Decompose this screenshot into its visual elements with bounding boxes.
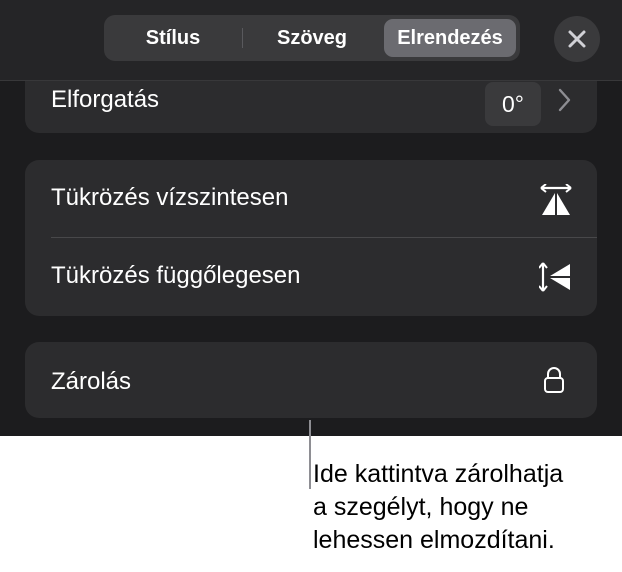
chevron-right-icon[interactable] xyxy=(557,88,571,112)
lock-group[interactable]: Zárolás xyxy=(25,342,597,418)
tab-text[interactable]: Szöveg xyxy=(242,15,382,61)
callout-line-1: Ide kattintva zárolhatja xyxy=(313,460,564,488)
lock-icon xyxy=(544,367,564,393)
tab-arrange[interactable]: Elrendezés xyxy=(384,19,516,57)
flip-vertical-label: Tükrözés függőlegesen xyxy=(51,262,301,289)
callout-line-3: lehessen elmozdítani. xyxy=(313,526,555,554)
header-divider xyxy=(0,80,622,81)
rotation-value[interactable]: 0° xyxy=(485,82,541,126)
callout-line-2: a szegélyt, hogy ne xyxy=(313,493,529,521)
rotation-label: Elforgatás xyxy=(51,86,160,113)
callout-line xyxy=(309,420,311,489)
header-bar: Stílus Szöveg Elrendezés xyxy=(0,0,622,80)
callout-text: Ide kattintva zárolhatja a szegélyt, hog… xyxy=(313,458,618,557)
flip-group: Tükrözés vízszintesen Tükrözés függőlege… xyxy=(25,160,597,316)
lock-label: Zárolás xyxy=(51,368,132,395)
row-divider xyxy=(51,237,597,238)
format-panel: Elforgatás 0° Stílus Szöveg Elrendezés T… xyxy=(0,0,622,436)
flip-vertical-icon xyxy=(539,262,570,292)
flip-horizontal-icon xyxy=(540,184,572,215)
flip-horizontal-label: Tükrözés vízszintesen xyxy=(51,184,289,211)
tab-style[interactable]: Stílus xyxy=(104,15,242,61)
tab-control: Stílus Szöveg Elrendezés xyxy=(104,15,520,61)
close-button[interactable] xyxy=(554,16,600,62)
close-icon xyxy=(568,30,586,48)
